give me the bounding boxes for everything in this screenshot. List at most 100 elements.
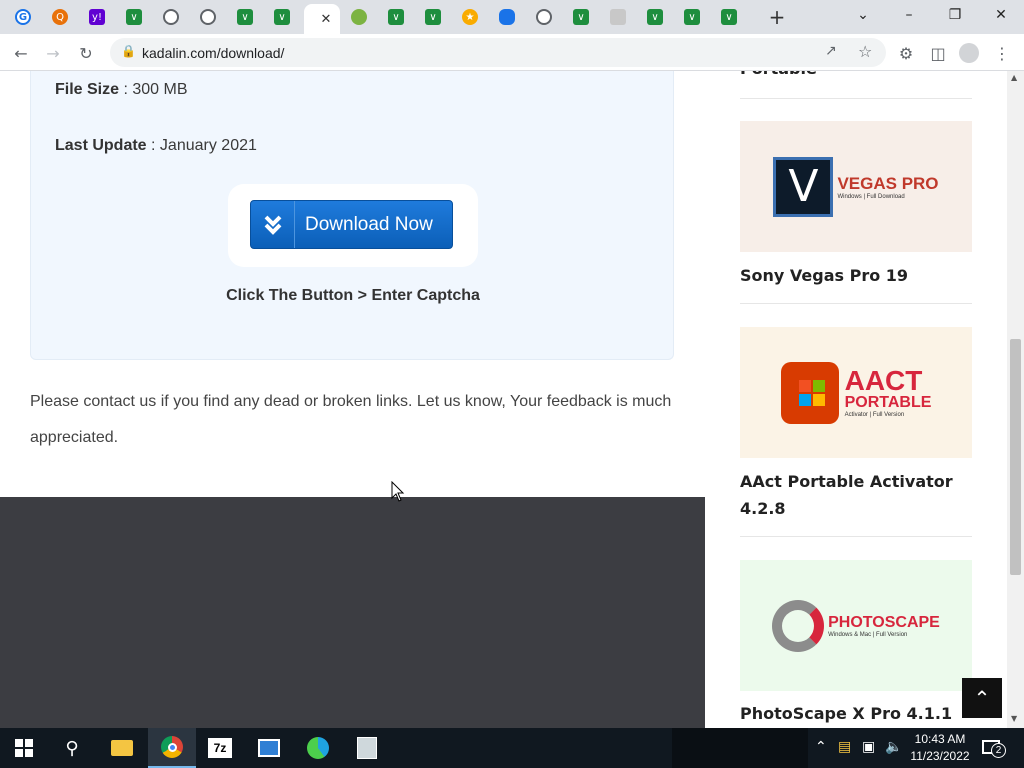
page-scrollbar[interactable]: ▲ ▼	[1007, 71, 1024, 728]
browser-tab[interactable]: ∨	[640, 4, 670, 30]
office-logo-icon	[780, 361, 839, 424]
back-to-top-button[interactable]: ⌃	[962, 678, 1002, 718]
show-hidden-icons[interactable]: ⌃	[815, 739, 827, 755]
download-hint: Click The Button > Enter Captcha	[226, 287, 480, 304]
browser-tab[interactable]	[193, 4, 223, 30]
browser-tab[interactable]: ∨	[381, 4, 411, 30]
system-clock[interactable]: 10:43 AM 11/23/2022	[905, 731, 975, 765]
7zip-icon[interactable]: 7z	[196, 728, 244, 768]
photoscape-thumbnail[interactable]: PHOTOSCAPE Windows & Mac | Full Version	[740, 560, 972, 691]
globe-icon	[163, 9, 179, 25]
photoscape-logo-subtitle: Windows & Mac | Full Version	[828, 631, 908, 638]
sidebar-item-title[interactable]: Sony Vegas Pro 19	[740, 262, 960, 289]
app-window-icon[interactable]	[245, 728, 293, 768]
bookmark-star-icon[interactable]: ☆	[858, 42, 872, 61]
globe-icon	[536, 9, 552, 25]
back-icon[interactable]: ←	[10, 42, 32, 64]
photoscape-logo-text: PHOTOSCAPE	[828, 613, 940, 631]
menu-icon[interactable]: ⋮	[991, 42, 1013, 64]
mouse-cursor-icon	[391, 481, 405, 502]
network-icon[interactable]: ▣	[862, 739, 875, 755]
address-bar[interactable]: 🔒 kadalin.com/download/ ↗ ☆	[110, 38, 886, 67]
edge-icon[interactable]	[294, 728, 342, 768]
notepad-app-icon[interactable]	[343, 728, 391, 768]
globe-icon	[200, 9, 216, 25]
sidebar-divider	[740, 536, 972, 537]
text-icon	[610, 9, 626, 25]
new-tab-button[interactable]: +	[764, 5, 790, 29]
file-explorer-icon[interactable]	[98, 728, 146, 768]
browser-tab[interactable]	[529, 4, 559, 30]
file-size-value: : 300 MB	[123, 81, 188, 98]
close-tab-icon[interactable]: ✕	[321, 12, 332, 27]
minimize-icon[interactable]: –	[886, 0, 932, 30]
sidebar-item-title[interactable]: AAct Portable Activator 4.2.8	[740, 468, 960, 522]
windows-taskbar: ⚲ 7z ⌃ ▤ ▣ 🔈 10:43 AM 11/23/2022 2	[0, 728, 1024, 768]
browser-tab[interactable]: ∨	[418, 4, 448, 30]
notification-count-badge: 2	[991, 743, 1006, 758]
file-size-row: File Size : 300 MB	[55, 81, 188, 99]
browser-tab[interactable]: Q	[45, 4, 75, 30]
forward-icon[interactable]: →	[42, 42, 64, 64]
kadalin-icon: ∨	[721, 9, 737, 25]
kadalin-icon: ∨	[237, 9, 253, 25]
close-window-icon[interactable]: ✕	[978, 0, 1024, 30]
restore-icon[interactable]: ❐	[932, 0, 978, 30]
side-panel-icon[interactable]: ◫	[927, 42, 949, 64]
taskbar-search-icon[interactable]: ⚲	[48, 728, 96, 768]
scrollbar-thumb[interactable]	[1010, 339, 1021, 575]
page-footer	[0, 497, 705, 728]
clock-time: 10:43 AM	[914, 732, 966, 746]
browser-tab[interactable]: ∨	[267, 4, 297, 30]
browser-tab[interactable]	[603, 4, 633, 30]
profile-avatar-icon[interactable]	[958, 42, 980, 64]
sidebar-divider	[740, 98, 972, 99]
scroll-up-icon[interactable]: ▲	[1011, 73, 1017, 82]
kadalin-icon: ∨	[126, 9, 142, 25]
sidebar-divider	[740, 303, 972, 304]
last-update-row: Last Update : January 2021	[55, 137, 257, 155]
chrome-icon[interactable]	[148, 728, 196, 768]
browser-tab[interactable]	[344, 4, 374, 30]
browser-tab[interactable]	[492, 4, 522, 30]
extensions-icon[interactable]: ⚙	[895, 42, 917, 64]
yahoo-icon: y!	[89, 9, 105, 25]
update-tray-icon[interactable]: ▤	[838, 739, 851, 755]
share-icon[interactable]: ↗	[825, 43, 837, 59]
notification-center-icon[interactable]: 2	[980, 736, 1008, 760]
aact-thumbnail[interactable]: AACT PORTABLE Activator | Full Version	[740, 327, 972, 458]
taskbar-empty-area	[672, 728, 808, 768]
browser-tab[interactable]: G	[8, 4, 38, 30]
browser-tab[interactable]: ∨	[677, 4, 707, 30]
scroll-down-icon[interactable]: ▼	[1011, 714, 1017, 723]
cloud-icon	[499, 9, 515, 25]
download-info-box: File Size : 300 MB Last Update : January…	[30, 71, 674, 360]
aact-logo-text: AACT	[844, 364, 923, 396]
kadalin-icon: ∨	[647, 9, 663, 25]
tab-strip: G Qy! ∨ ∨ ∨ ✕ ∨ ∨ ★ ∨ ∨ ∨ ∨ + ⌄ – ❐ ✕	[0, 0, 1024, 34]
browser-tab[interactable]: y!	[82, 4, 112, 30]
active-tab[interactable]: ✕	[304, 4, 340, 34]
volume-icon[interactable]: 🔈	[885, 739, 902, 755]
download-now-button[interactable]: Download Now	[250, 200, 453, 249]
browser-tab[interactable]: ★	[455, 4, 485, 30]
related-posts-sidebar: Portable V VEGAS PRO Windows | Full Down…	[705, 71, 1007, 728]
sony-vegas-thumbnail[interactable]: V VEGAS PRO Windows | Full Download	[740, 121, 972, 252]
start-button[interactable]	[0, 728, 48, 768]
tab-search-icon[interactable]: ⌄	[840, 0, 886, 30]
file-size-label: File Size	[55, 81, 120, 98]
browser-tab[interactable]: ∨	[119, 4, 149, 30]
browser-tab[interactable]	[156, 4, 186, 30]
browser-tab[interactable]: ∨	[230, 4, 260, 30]
clock-date: 11/23/2022	[910, 749, 970, 763]
web-page: File Size : 300 MB Last Update : January…	[0, 71, 1024, 728]
browser-tab[interactable]: ∨	[714, 4, 744, 30]
star-icon: ★	[462, 9, 478, 25]
kadalin-icon: ∨	[388, 9, 404, 25]
vegas-logo-subtitle: Windows | Full Download	[837, 193, 905, 200]
reload-icon[interactable]: ↻	[75, 42, 97, 64]
browser-tab[interactable]: ∨	[566, 4, 596, 30]
download-button-wrapper: Download Now	[228, 184, 478, 267]
sidebar-cut-title[interactable]: Portable	[740, 71, 960, 82]
sidebar-item-title[interactable]: PhotoScape X Pro 4.1.1	[740, 700, 960, 727]
